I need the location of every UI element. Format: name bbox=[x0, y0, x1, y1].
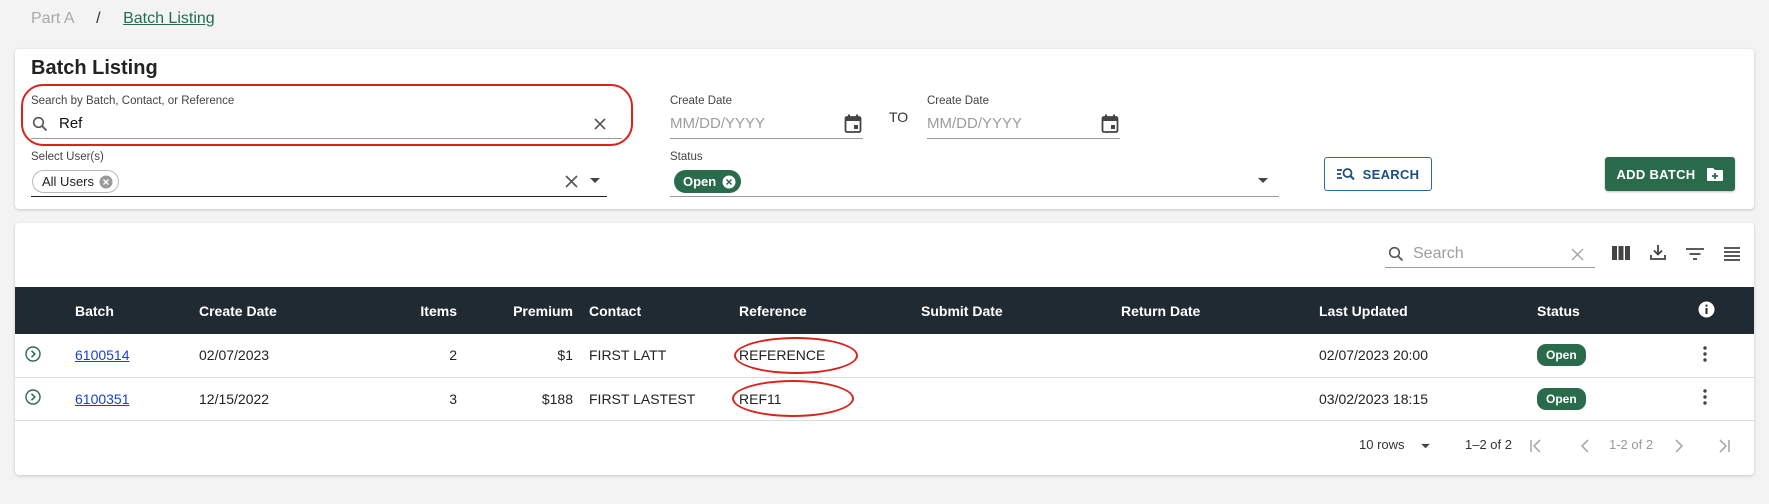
status-chip-label: Open bbox=[683, 174, 717, 189]
cell-contact: FIRST LASTEST bbox=[581, 377, 731, 421]
add-batch-button-label: ADD BATCH bbox=[1616, 166, 1696, 182]
calendar-icon[interactable] bbox=[843, 113, 863, 135]
table-search-input[interactable]: Search bbox=[1413, 245, 1464, 263]
expand-cell bbox=[15, 334, 67, 378]
cell-last-updated: 03/02/2023 18:15 bbox=[1311, 377, 1529, 421]
cancel-chip-icon[interactable] bbox=[722, 175, 736, 189]
reference-highlight-oval bbox=[734, 337, 858, 374]
columns-icon[interactable] bbox=[1609, 242, 1633, 264]
chevron-down-icon bbox=[1420, 443, 1431, 450]
table-header-row: Batch Create Date Items Premium Contact … bbox=[15, 287, 1754, 334]
last-page-icon[interactable] bbox=[1716, 438, 1732, 454]
status-badge: Open bbox=[1537, 387, 1586, 410]
cell-status: Open bbox=[1529, 377, 1657, 421]
cell-create-date: 02/07/2023 bbox=[191, 334, 351, 378]
cell-status: Open bbox=[1529, 334, 1657, 378]
cell-return-date bbox=[1113, 334, 1311, 378]
column-header-premium[interactable]: Premium bbox=[465, 287, 581, 334]
chevron-down-icon[interactable] bbox=[1255, 173, 1271, 189]
column-header-status[interactable]: Status bbox=[1529, 287, 1657, 334]
rows-per-page-label: 10 rows bbox=[1359, 437, 1405, 452]
users-chip[interactable]: All Users bbox=[32, 170, 120, 193]
cell-items: 3 bbox=[351, 377, 465, 421]
expand-row-icon[interactable] bbox=[25, 346, 41, 362]
batch-link[interactable]: 6100514 bbox=[75, 347, 130, 363]
batch-link[interactable]: 6100351 bbox=[75, 391, 130, 407]
more-vert-icon[interactable] bbox=[1702, 389, 1707, 405]
search-button-label: SEARCH bbox=[1362, 166, 1420, 182]
first-page-icon[interactable] bbox=[1528, 438, 1544, 454]
next-page-icon[interactable] bbox=[1671, 438, 1687, 454]
search-highlight-ring bbox=[21, 84, 633, 146]
cell-last-updated: 02/07/2023 20:00 bbox=[1311, 334, 1529, 378]
breadcrumb: Part A / Batch Listing bbox=[31, 10, 215, 28]
chevron-down-icon[interactable] bbox=[587, 173, 603, 189]
cell-submit-date bbox=[913, 334, 1113, 378]
status-chip[interactable]: Open bbox=[674, 170, 742, 193]
to-label: TO bbox=[889, 109, 909, 125]
download-icon[interactable] bbox=[1646, 241, 1670, 263]
calendar-icon[interactable] bbox=[1100, 113, 1120, 135]
prev-page-icon[interactable] bbox=[1577, 438, 1593, 454]
column-header-items[interactable]: Items bbox=[351, 287, 465, 334]
reference-highlight-oval bbox=[732, 380, 854, 417]
status-badge: Open bbox=[1537, 344, 1586, 367]
page-title: Batch Listing bbox=[31, 57, 158, 79]
column-header-submit-date[interactable]: Submit Date bbox=[913, 287, 1113, 334]
batch-table: Batch Create Date Items Premium Contact … bbox=[15, 287, 1754, 421]
cell-batch: 6100351 bbox=[67, 377, 191, 421]
filter-icon[interactable] bbox=[1683, 243, 1707, 265]
search-button[interactable]: SEARCH bbox=[1324, 157, 1432, 191]
create-date-from-label: Create Date bbox=[670, 95, 733, 107]
create-date-to-label: Create Date bbox=[927, 95, 990, 107]
table-row: 6100351 12/15/2022 3 $188 FIRST LASTEST … bbox=[15, 377, 1754, 421]
info-column-header bbox=[1657, 287, 1754, 334]
add-batch-button[interactable]: ADD BATCH bbox=[1605, 157, 1735, 191]
clear-users-icon[interactable] bbox=[563, 173, 579, 189]
column-header-contact[interactable]: Contact bbox=[581, 287, 731, 334]
cell-premium: $188 bbox=[465, 377, 581, 421]
create-date-from-input[interactable]: MM/DD/YYYY bbox=[670, 115, 765, 132]
cancel-chip-icon[interactable] bbox=[99, 175, 113, 189]
filter-panel: Batch Listing Search by Batch, Contact, … bbox=[15, 49, 1754, 209]
users-chip-label: All Users bbox=[42, 174, 95, 189]
cell-actions bbox=[1657, 334, 1754, 378]
status-select[interactable] bbox=[670, 165, 1279, 197]
cell-items: 2 bbox=[351, 334, 465, 378]
density-icon[interactable] bbox=[1720, 243, 1744, 265]
zoom-search-icon bbox=[1336, 167, 1355, 181]
expand-cell bbox=[15, 377, 67, 421]
info-icon[interactable] bbox=[1698, 301, 1715, 318]
cell-create-date: 12/15/2022 bbox=[191, 377, 351, 421]
users-label: Select User(s) bbox=[31, 151, 104, 163]
status-label: Status bbox=[670, 151, 703, 163]
expand-row-icon[interactable] bbox=[25, 389, 41, 405]
create-date-to-input[interactable]: MM/DD/YYYY bbox=[927, 115, 1022, 132]
breadcrumb-part-a[interactable]: Part A bbox=[31, 10, 74, 27]
folder-add-icon bbox=[1706, 167, 1724, 182]
cell-premium: $1 bbox=[465, 334, 581, 378]
clear-search-icon[interactable] bbox=[1569, 246, 1585, 262]
breadcrumb-separator: / bbox=[96, 10, 101, 27]
column-header-create-date[interactable]: Create Date bbox=[191, 287, 351, 334]
column-header-last-updated[interactable]: Last Updated bbox=[1311, 287, 1529, 334]
cell-return-date bbox=[1113, 377, 1311, 421]
column-header-batch[interactable]: Batch bbox=[67, 287, 191, 334]
pagination-range-nav: 1-2 of 2 bbox=[1609, 437, 1654, 452]
column-header-reference[interactable]: Reference bbox=[731, 287, 913, 334]
pagination-range: 1–2 of 2 bbox=[1465, 437, 1512, 452]
cell-actions bbox=[1657, 377, 1754, 421]
cell-batch: 6100514 bbox=[67, 334, 191, 378]
column-header-return-date[interactable]: Return Date bbox=[1113, 287, 1311, 334]
breadcrumb-batch-listing[interactable]: Batch Listing bbox=[123, 10, 215, 27]
rows-per-page-select[interactable]: 10 rows bbox=[1359, 437, 1431, 452]
cell-contact: FIRST LATT bbox=[581, 334, 731, 378]
more-vert-icon[interactable] bbox=[1702, 346, 1707, 362]
cell-submit-date bbox=[913, 377, 1113, 421]
expand-column-header bbox=[15, 287, 67, 334]
table-row: 6100514 02/07/2023 2 $1 FIRST LATT REFER… bbox=[15, 334, 1754, 378]
